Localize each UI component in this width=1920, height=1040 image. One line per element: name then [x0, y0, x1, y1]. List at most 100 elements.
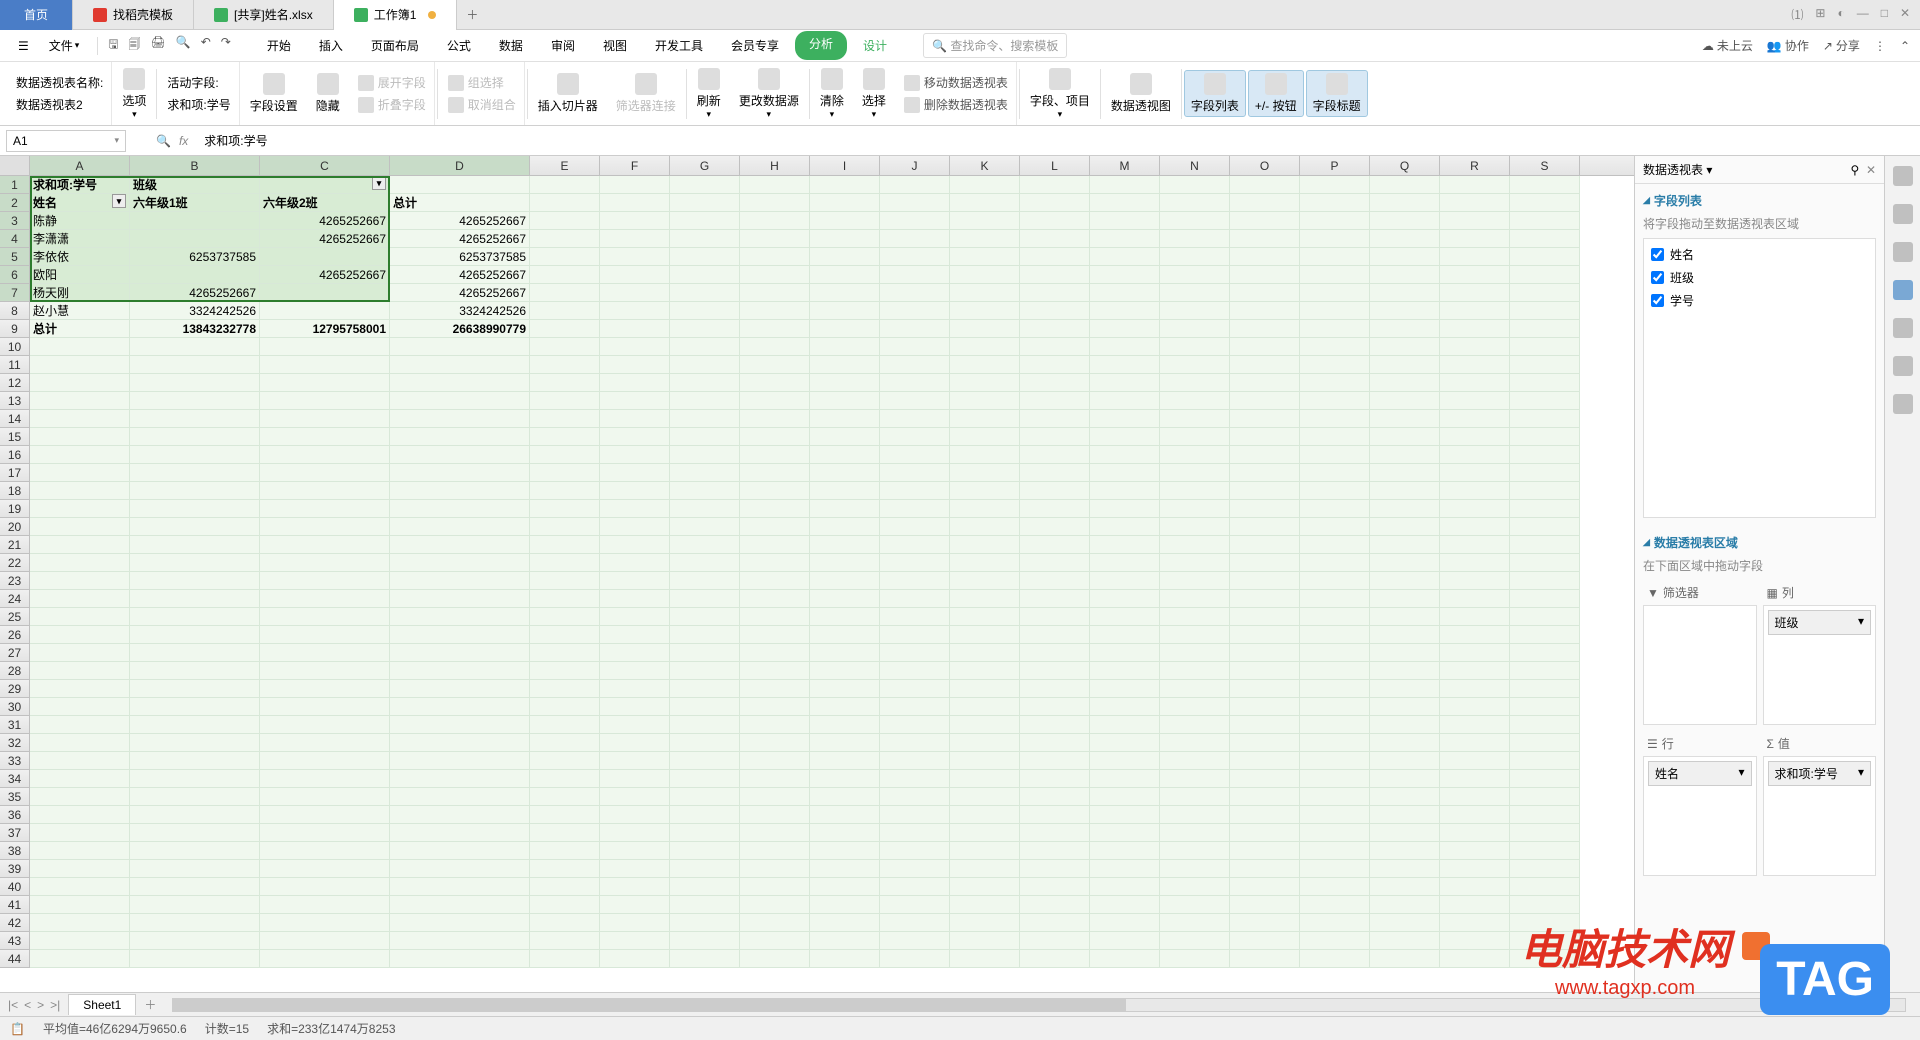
cell[interactable] — [1230, 500, 1300, 518]
cell[interactable] — [600, 374, 670, 392]
cell[interactable] — [390, 374, 530, 392]
cancel-fx-icon[interactable]: 🔍 — [156, 134, 171, 148]
col-header[interactable]: H — [740, 156, 810, 175]
cell[interactable] — [740, 536, 810, 554]
rail-location-icon[interactable] — [1893, 356, 1913, 376]
cell[interactable] — [1440, 356, 1510, 374]
cell[interactable] — [1300, 770, 1370, 788]
cell[interactable] — [1300, 428, 1370, 446]
cell[interactable] — [950, 248, 1020, 266]
cell[interactable] — [130, 266, 260, 284]
cell[interactable] — [130, 500, 260, 518]
cell[interactable] — [260, 734, 390, 752]
cell[interactable] — [600, 266, 670, 284]
cell[interactable] — [740, 662, 810, 680]
cell[interactable] — [1510, 428, 1580, 446]
cell[interactable] — [600, 842, 670, 860]
cell[interactable] — [1160, 464, 1230, 482]
cell[interactable] — [950, 392, 1020, 410]
row-header[interactable]: 30 — [0, 698, 30, 716]
cell[interactable] — [1370, 500, 1440, 518]
col-header[interactable]: I — [810, 156, 880, 175]
cell[interactable] — [880, 932, 950, 950]
cell[interactable] — [670, 752, 740, 770]
cell[interactable] — [950, 284, 1020, 302]
col-header[interactable]: E — [530, 156, 600, 175]
active-field-value[interactable]: 求和项:学号 — [167, 96, 230, 113]
field-checkbox[interactable] — [1651, 248, 1664, 261]
cell[interactable] — [1440, 896, 1510, 914]
cell[interactable] — [390, 770, 530, 788]
cell[interactable] — [530, 662, 600, 680]
cell[interactable] — [1020, 662, 1090, 680]
cell[interactable] — [600, 194, 670, 212]
close-icon[interactable]: ✕ — [1900, 6, 1910, 23]
cell[interactable] — [1020, 734, 1090, 752]
cell[interactable] — [1440, 320, 1510, 338]
cell[interactable] — [1510, 374, 1580, 392]
field-list-toggle[interactable]: 字段列表 — [1184, 70, 1246, 117]
cell[interactable] — [1510, 734, 1580, 752]
tab-review[interactable]: 审阅 — [539, 31, 587, 60]
tab-shared-file[interactable]: [共享]姓名.xlsx — [194, 0, 334, 30]
cell[interactable] — [1090, 788, 1160, 806]
cell[interactable] — [1230, 806, 1300, 824]
cell[interactable] — [1090, 536, 1160, 554]
cell[interactable] — [1370, 914, 1440, 932]
cell[interactable] — [1440, 590, 1510, 608]
cell[interactable] — [740, 878, 810, 896]
cell[interactable] — [810, 410, 880, 428]
cell[interactable] — [1440, 248, 1510, 266]
col-header[interactable]: J — [880, 156, 950, 175]
cell[interactable] — [810, 950, 880, 968]
cell[interactable] — [130, 626, 260, 644]
cell[interactable] — [30, 824, 130, 842]
pin-icon[interactable]: ⚲ — [1850, 163, 1859, 177]
cell[interactable] — [670, 860, 740, 878]
cell[interactable] — [1510, 878, 1580, 896]
cell[interactable] — [950, 536, 1020, 554]
cell[interactable] — [30, 932, 130, 950]
cell[interactable] — [1020, 572, 1090, 590]
cell[interactable]: ▾ — [260, 176, 390, 194]
cell[interactable] — [670, 770, 740, 788]
cell[interactable] — [1440, 716, 1510, 734]
cell[interactable] — [600, 860, 670, 878]
cell[interactable] — [1300, 950, 1370, 968]
cell[interactable] — [740, 230, 810, 248]
cell[interactable] — [1020, 608, 1090, 626]
name-box[interactable]: A1▾ — [6, 130, 126, 152]
cell[interactable] — [260, 752, 390, 770]
cell[interactable] — [30, 896, 130, 914]
cell[interactable] — [130, 212, 260, 230]
cell[interactable] — [810, 824, 880, 842]
cell[interactable] — [390, 842, 530, 860]
cell[interactable] — [1300, 338, 1370, 356]
cell[interactable] — [1090, 860, 1160, 878]
cell[interactable] — [1440, 464, 1510, 482]
apps-icon[interactable]: ⊞ — [1815, 6, 1825, 23]
cell[interactable] — [1090, 680, 1160, 698]
row-header[interactable]: 26 — [0, 626, 30, 644]
collab-button[interactable]: 👥 协作 — [1767, 37, 1809, 54]
cell[interactable] — [530, 698, 600, 716]
cell[interactable] — [670, 644, 740, 662]
cell[interactable] — [1160, 212, 1230, 230]
cell[interactable] — [1090, 392, 1160, 410]
collapse-field-button[interactable]: 折叠字段 — [358, 94, 426, 116]
select-button[interactable]: 选择▾ — [854, 68, 894, 120]
row-area[interactable]: 姓名▾ — [1643, 756, 1757, 876]
cell[interactable] — [600, 896, 670, 914]
cell[interactable] — [130, 554, 260, 572]
cell[interactable] — [950, 230, 1020, 248]
cell[interactable] — [1370, 824, 1440, 842]
cell[interactable] — [260, 914, 390, 932]
cell[interactable] — [670, 842, 740, 860]
cell[interactable] — [1230, 176, 1300, 194]
cell[interactable] — [1160, 608, 1230, 626]
cell[interactable] — [1510, 914, 1580, 932]
cell[interactable] — [1510, 464, 1580, 482]
cell[interactable] — [1300, 230, 1370, 248]
cell[interactable] — [670, 248, 740, 266]
cell[interactable] — [1020, 374, 1090, 392]
